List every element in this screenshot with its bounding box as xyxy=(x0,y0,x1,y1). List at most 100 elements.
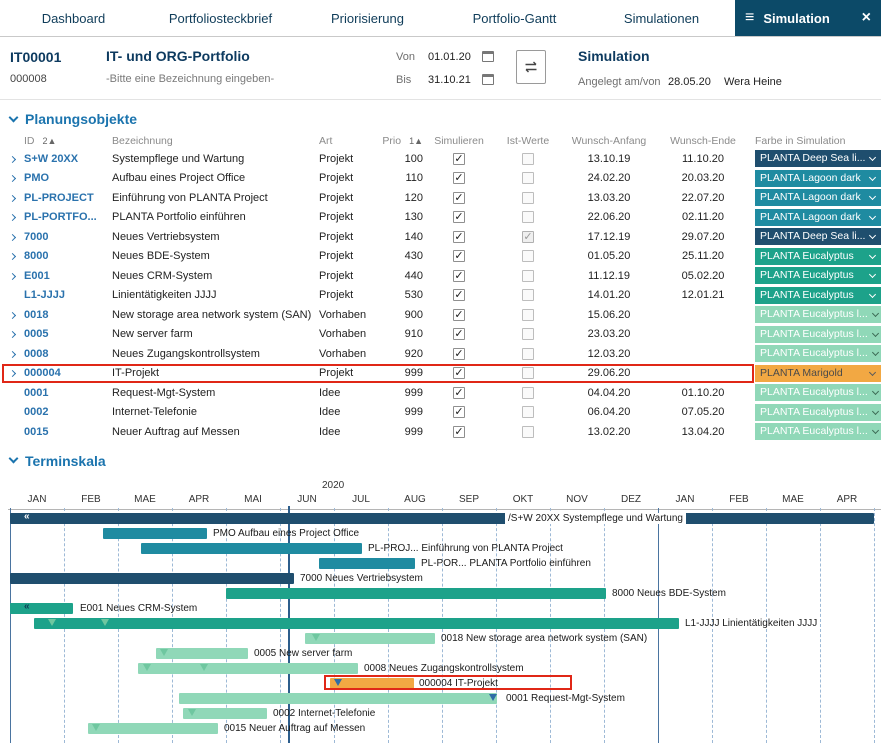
expand-chevron-icon[interactable] xyxy=(9,351,16,358)
ist-werte-checkbox[interactable] xyxy=(522,270,534,282)
col-farbe[interactable]: Farbe in Simulation xyxy=(749,135,881,147)
milestone-marker-icon[interactable] xyxy=(92,724,100,731)
farbe-dropdown[interactable]: PLANTA Lagoon dark xyxy=(755,170,881,187)
farbe-dropdown[interactable]: PLANTA Deep Sea li... xyxy=(755,228,881,245)
ist-werte-checkbox[interactable] xyxy=(522,406,534,418)
farbe-dropdown[interactable]: PLANTA Eucalyptus xyxy=(755,267,881,284)
expand-chevron-icon[interactable] xyxy=(9,312,16,319)
expand-chevron-icon[interactable] xyxy=(9,175,16,182)
gantt-bar-8000[interactable] xyxy=(226,588,606,599)
calendar-icon[interactable] xyxy=(482,51,494,62)
bis-date-field[interactable]: 31.10.21 xyxy=(428,74,471,86)
milestone-marker-icon[interactable] xyxy=(312,634,320,641)
ist-werte-checkbox[interactable] xyxy=(522,250,534,262)
gantt-bar-pl-project[interactable] xyxy=(141,543,362,554)
farbe-dropdown[interactable]: PLANTA Eucalyptus l... xyxy=(755,384,881,401)
planning-row-0008[interactable]: 0008Neues ZugangskontrollsystemVorhaben9… xyxy=(6,344,881,364)
portfolio-subtitle[interactable]: -Bitte eine Bezeichnung eingeben- xyxy=(106,73,274,85)
col-id[interactable]: ID2▲ xyxy=(24,135,112,147)
simulieren-checkbox[interactable]: ✓ xyxy=(453,172,465,184)
expand-chevron-icon[interactable] xyxy=(9,234,16,241)
hamburger-menu-icon[interactable]: ≡ xyxy=(745,10,754,26)
gantt-bar-7000[interactable] xyxy=(10,573,294,584)
planning-row-0005[interactable]: 0005New server farmVorhaben910✓23.03.20P… xyxy=(6,325,881,345)
ist-werte-checkbox[interactable] xyxy=(522,289,534,301)
expand-chevron-icon[interactable] xyxy=(9,273,16,280)
planning-row-0018[interactable]: 0018New storage area network system (SAN… xyxy=(6,305,881,325)
expand-chevron-icon[interactable] xyxy=(9,156,16,163)
gantt-bar-e001[interactable] xyxy=(10,603,73,614)
gantt-bar-0015[interactable] xyxy=(88,723,218,734)
farbe-dropdown[interactable]: PLANTA Eucalyptus l... xyxy=(755,345,881,362)
col-bezeichnung[interactable]: Bezeichnung xyxy=(112,135,319,147)
ist-werte-checkbox[interactable] xyxy=(522,328,534,340)
expand-chevron-icon[interactable] xyxy=(9,214,16,221)
simulieren-checkbox[interactable]: ✓ xyxy=(453,270,465,282)
farbe-dropdown[interactable]: PLANTA Eucalyptus l... xyxy=(755,423,881,440)
planning-row-7000[interactable]: 7000Neues VertriebsystemProjekt140✓✓17.1… xyxy=(6,227,881,247)
tab-portfoliosteckbrief[interactable]: Portfoliosteckbrief xyxy=(147,0,294,36)
close-icon[interactable]: × xyxy=(862,10,871,26)
farbe-dropdown[interactable]: PLANTA Lagoon dark xyxy=(755,189,881,206)
planning-row-pmo[interactable]: PMOAufbau eines Project OfficeProjekt110… xyxy=(6,169,881,189)
simulieren-checkbox[interactable]: ✓ xyxy=(453,387,465,399)
ist-werte-checkbox[interactable] xyxy=(522,309,534,321)
ist-werte-checkbox[interactable] xyxy=(522,172,534,184)
col-wunsch-anfang[interactable]: Wunsch-Anfang xyxy=(561,135,657,147)
ist-werte-checkbox[interactable] xyxy=(522,348,534,360)
refresh-button[interactable] xyxy=(516,50,546,84)
farbe-dropdown[interactable]: PLANTA Eucalyptus l... xyxy=(755,326,881,343)
gantt-bar-000004[interactable] xyxy=(330,678,414,689)
simulieren-checkbox[interactable]: ✓ xyxy=(453,328,465,340)
tab-dashboard[interactable]: Dashboard xyxy=(0,0,147,36)
gantt-bar-pmo[interactable] xyxy=(103,528,207,539)
planning-row-e001[interactable]: E001Neues CRM-SystemProjekt440✓11.12.190… xyxy=(6,266,881,286)
ist-werte-checkbox[interactable] xyxy=(522,211,534,223)
gantt-bar-0018[interactable] xyxy=(305,633,435,644)
col-prio[interactable]: Prio1▲ xyxy=(381,135,423,147)
milestone-marker-icon[interactable] xyxy=(188,709,196,716)
farbe-dropdown[interactable]: PLANTA Eucalyptus l... xyxy=(755,404,881,421)
farbe-dropdown[interactable]: PLANTA Lagoon dark xyxy=(755,209,881,226)
planning-row-0001[interactable]: 0001Request-Mgt-SystemIdee999✓04.04.2001… xyxy=(6,383,881,403)
simulieren-checkbox[interactable]: ✓ xyxy=(453,348,465,360)
simulieren-checkbox[interactable]: ✓ xyxy=(453,309,465,321)
planning-row-0002[interactable]: 0002Internet-TelefonieIdee999✓06.04.2007… xyxy=(6,403,881,423)
farbe-dropdown[interactable]: PLANTA Deep Sea li... xyxy=(755,150,881,167)
gantt-bar-0001[interactable] xyxy=(179,693,497,704)
planning-row-s-w-20xx[interactable]: S+W 20XXSystempflege und WartungProjekt1… xyxy=(6,149,881,169)
gantt-bar-s-w-20xx[interactable] xyxy=(10,513,874,524)
col-wunsch-ende[interactable]: Wunsch-Ende xyxy=(657,135,749,147)
milestone-marker-icon[interactable] xyxy=(489,694,497,701)
gantt-bar-0008[interactable] xyxy=(138,663,358,674)
simulieren-checkbox[interactable]: ✓ xyxy=(453,153,465,165)
planning-row-pl-project[interactable]: PL-PROJECTEinführung von PLANTA ProjectP… xyxy=(6,188,881,208)
milestone-marker-icon[interactable] xyxy=(200,664,208,671)
milestone-marker-icon[interactable] xyxy=(48,619,56,626)
col-ist-werte[interactable]: Ist-Werte xyxy=(495,135,561,147)
simulieren-checkbox[interactable]: ✓ xyxy=(453,289,465,301)
planning-row-8000[interactable]: 8000Neues BDE-SystemProjekt430✓01.05.202… xyxy=(6,247,881,267)
gantt-bar-0005[interactable] xyxy=(156,648,248,659)
farbe-dropdown[interactable]: PLANTA Marigold xyxy=(755,365,881,382)
gantt-bar-pl-portfolio[interactable] xyxy=(319,558,415,569)
simulieren-checkbox[interactable]: ✓ xyxy=(453,250,465,262)
simulieren-checkbox[interactable]: ✓ xyxy=(453,211,465,223)
collapse-chevron-icon[interactable] xyxy=(9,112,19,122)
simulieren-checkbox[interactable]: ✓ xyxy=(453,231,465,243)
planning-row-l1-jjjj[interactable]: L1-JJJJLinientätigkeiten JJJJProjekt530✓… xyxy=(6,286,881,306)
planning-row-000004[interactable]: 000004IT-ProjektProjekt999✓29.06.20PLANT… xyxy=(6,364,881,384)
calendar-icon[interactable] xyxy=(482,74,494,85)
milestone-marker-icon[interactable] xyxy=(101,619,109,626)
ist-werte-checkbox[interactable] xyxy=(522,192,534,204)
ist-werte-checkbox[interactable] xyxy=(522,426,534,438)
expand-chevron-icon[interactable] xyxy=(9,370,16,377)
simulieren-checkbox[interactable]: ✓ xyxy=(453,192,465,204)
expand-chevron-icon[interactable] xyxy=(9,331,16,338)
milestone-marker-icon[interactable] xyxy=(160,649,168,656)
farbe-dropdown[interactable]: PLANTA Eucalyptus l... xyxy=(755,306,881,323)
active-module-simulation[interactable]: ≡ Simulation × xyxy=(735,0,881,36)
von-date-field[interactable]: 01.01.20 xyxy=(428,51,471,63)
tab-portfolio-gantt[interactable]: Portfolio-Gantt xyxy=(441,0,588,36)
simulieren-checkbox[interactable]: ✓ xyxy=(453,367,465,379)
